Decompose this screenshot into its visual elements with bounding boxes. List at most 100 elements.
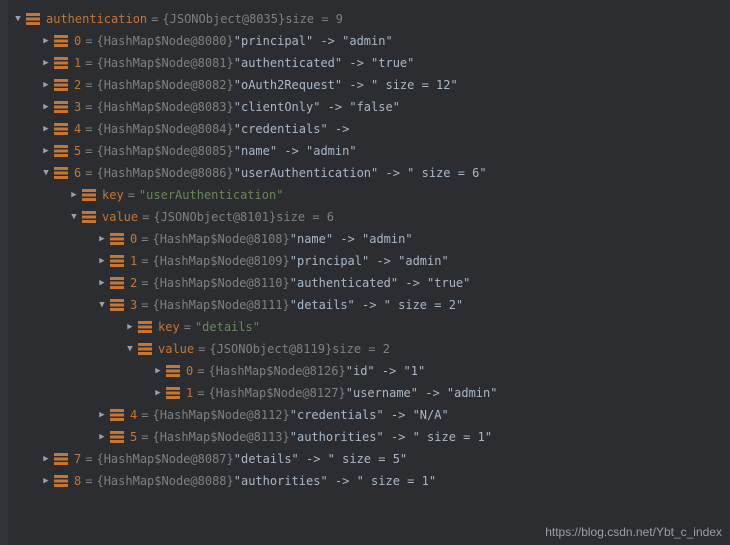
expand-arrow-right-icon[interactable]: ▶ [124,322,136,332]
expand-arrow-down-icon[interactable]: ▼ [40,168,52,178]
variable-value: size = 9 [285,12,343,26]
object-reference: {HashMap$Node@8087} [96,452,233,466]
equals-sign: = [141,254,148,268]
expand-arrow-right-icon[interactable]: ▶ [40,36,52,46]
object-reference: {HashMap$Node@8082} [96,78,233,92]
expand-arrow-down-icon[interactable]: ▼ [68,212,80,222]
object-icon [138,320,154,334]
variable-value: "authorities" -> " size = 1" [290,430,492,444]
expand-arrow-down-icon[interactable]: ▼ [12,14,24,24]
variable-name: 0 [130,232,137,246]
object-icon [166,386,182,400]
object-reference: {HashMap$Node@8111} [152,298,289,312]
variable-name: 7 [74,452,81,466]
variable-row[interactable]: ▶5 = {HashMap$Node@8113} "authorities" -… [0,426,730,448]
expand-arrow-down-icon[interactable]: ▼ [96,300,108,310]
expand-arrow-right-icon[interactable]: ▶ [40,80,52,90]
variable-value: "username" -> "admin" [346,386,498,400]
variable-value: size = 2 [332,342,390,356]
expand-arrow-right-icon[interactable]: ▶ [96,256,108,266]
equals-sign: = [141,408,148,422]
expand-arrow-right-icon[interactable]: ▶ [96,234,108,244]
variable-row[interactable]: ▼value = {JSONObject@8101} size = 6 [0,206,730,228]
variable-value: "details" -> " size = 5" [234,452,407,466]
object-reference: {HashMap$Node@8088} [96,474,233,488]
expand-arrow-right-icon[interactable]: ▶ [40,124,52,134]
object-reference: {HashMap$Node@8081} [96,56,233,70]
expand-arrow-right-icon[interactable]: ▶ [96,410,108,420]
variable-row[interactable]: ▶1 = {HashMap$Node@8081} "authenticated"… [0,52,730,74]
variable-value: "credentials" -> [234,122,350,136]
variable-row[interactable]: ▼value = {JSONObject@8119} size = 2 [0,338,730,360]
variable-row[interactable]: ▶ 4 = {HashMap$Node@8084} "credentials" -… [0,118,730,140]
expand-arrow-right-icon[interactable]: ▶ [40,58,52,68]
object-icon [54,122,70,136]
expand-arrow-right-icon[interactable]: ▶ [96,278,108,288]
object-icon [82,188,98,202]
variable-row[interactable]: ▶1 = {HashMap$Node@8109} "principal" -> … [0,250,730,272]
variable-row[interactable]: ▶5 = {HashMap$Node@8085} "name" -> "admi… [0,140,730,162]
equals-sign: = [85,78,92,92]
variable-value: "principal" -> "admin" [290,254,449,268]
variable-name: 2 [74,78,81,92]
gutter [0,0,8,545]
equals-sign: = [128,188,135,202]
variable-value: "details" -> " size = 2" [290,298,463,312]
variable-row[interactable]: ▼authentication = {JSONObject@8035} size… [0,8,730,30]
object-reference: {HashMap$Node@8112} [152,408,289,422]
equals-sign: = [141,232,148,246]
expand-arrow-right-icon[interactable]: ▶ [40,102,52,112]
expand-arrow-right-icon[interactable]: ▶ [152,366,164,376]
equals-sign: = [85,474,92,488]
object-icon [138,342,154,356]
object-reference: {HashMap$Node@8083} [96,100,233,114]
variable-row[interactable]: ▶0 = {HashMap$Node@8080} "principal" -> … [0,30,730,52]
expand-arrow-right-icon[interactable]: ▶ [152,388,164,398]
variable-name: 5 [130,430,137,444]
variable-value: "authenticated" -> "true" [290,276,471,290]
variable-name: 8 [74,474,81,488]
variable-row[interactable]: ▶8 = {HashMap$Node@8088} "authorities" -… [0,470,730,492]
variable-name: 6 [74,166,81,180]
variable-row[interactable]: ▼6 = {HashMap$Node@8086} "userAuthentica… [0,162,730,184]
variable-value: "userAuthentication" [139,188,284,202]
variable-row[interactable]: ▶0 = {HashMap$Node@8108} "name" -> "admi… [0,228,730,250]
variable-row[interactable]: ▶key = "userAuthentication" [0,184,730,206]
expand-arrow-right-icon[interactable]: ▶ [40,146,52,156]
equals-sign: = [197,364,204,378]
object-reference: {HashMap$Node@8127} [208,386,345,400]
variable-row[interactable]: ▶1 = {HashMap$Node@8127} "username" -> "… [0,382,730,404]
watermark-text: https://blog.csdn.net/Ybt_c_index [545,525,722,539]
variable-name: 4 [74,122,81,136]
equals-sign: = [85,122,92,136]
expand-arrow-right-icon[interactable]: ▶ [40,454,52,464]
variable-value: "name" -> "admin" [234,144,357,158]
expand-arrow-down-icon[interactable]: ▼ [124,344,136,354]
variable-row[interactable]: ▶4 = {HashMap$Node@8112} "credentials" -… [0,404,730,426]
variable-row[interactable]: ▶2 = {HashMap$Node@8082} "oAuth2Request"… [0,74,730,96]
variable-row[interactable]: ▶3 = {HashMap$Node@8083} "clientOnly" ->… [0,96,730,118]
variable-value: "name" -> "admin" [290,232,413,246]
variable-name: 3 [74,100,81,114]
object-reference: {HashMap$Node@8084} [96,122,233,136]
expand-arrow-right-icon[interactable]: ▶ [68,190,80,200]
variable-name: authentication [46,12,147,26]
variable-name: 0 [74,34,81,48]
variable-name: 1 [186,386,193,400]
equals-sign: = [141,430,148,444]
variable-row[interactable]: ▶2 = {HashMap$Node@8110} "authenticated"… [0,272,730,294]
equals-sign: = [85,34,92,48]
expand-arrow-right-icon[interactable]: ▶ [40,476,52,486]
variable-value: size = 6 [276,210,334,224]
variable-row[interactable]: ▼3 = {HashMap$Node@8111} "details" -> " … [0,294,730,316]
object-icon [54,100,70,114]
object-reference: {HashMap$Node@8086} [96,166,233,180]
variable-row[interactable]: ▶key = "details" [0,316,730,338]
object-reference: {HashMap$Node@8109} [152,254,289,268]
variable-name: value [158,342,194,356]
debugger-variables-panel: ▼authentication = {JSONObject@8035} size… [0,0,730,500]
expand-arrow-right-icon[interactable]: ▶ [96,432,108,442]
variable-row[interactable]: ▶0 = {HashMap$Node@8126} "id" -> "1" [0,360,730,382]
variable-row[interactable]: ▶7 = {HashMap$Node@8087} "details" -> " … [0,448,730,470]
equals-sign: = [85,100,92,114]
